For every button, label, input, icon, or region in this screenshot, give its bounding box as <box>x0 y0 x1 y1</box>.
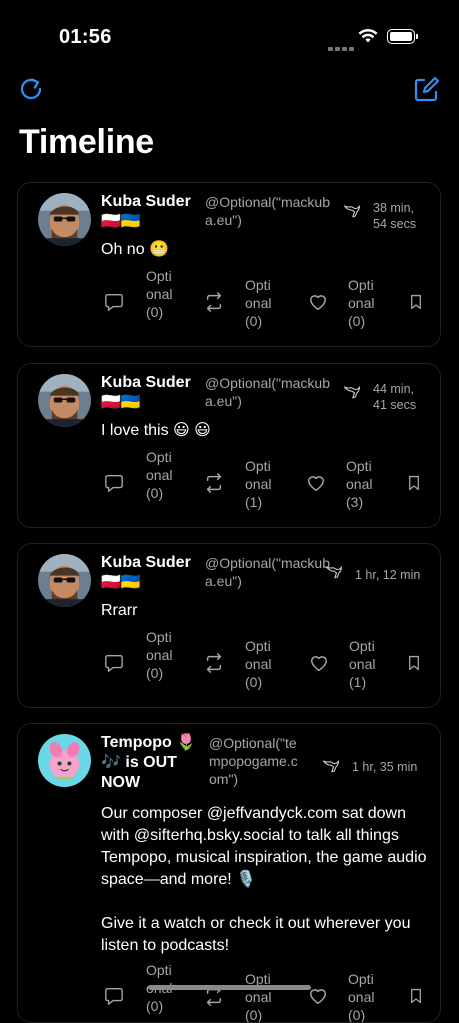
post-time: 1 hr, 12 min <box>355 568 421 582</box>
post-card[interactable]: Tempopo 🌷🎶 is OUT NOW @Optional("tempopo… <box>17 723 441 1023</box>
reply-icon[interactable] <box>104 653 124 673</box>
like-icon[interactable] <box>308 986 328 1006</box>
bookmark-icon[interactable] <box>410 294 422 310</box>
post-card[interactable]: Kuba Suder 🇵🇱🇺🇦 @Optional("mackuba.eu") … <box>17 543 441 708</box>
like-count: Optional(0) <box>348 277 375 329</box>
avatar[interactable] <box>38 554 91 607</box>
compose-icon <box>414 76 440 102</box>
refresh-button[interactable] <box>18 76 48 106</box>
repost-count: Optional(1) <box>245 458 272 510</box>
bird-icon <box>342 201 362 221</box>
bird-icon <box>342 382 362 402</box>
compose-button[interactable] <box>412 76 442 106</box>
repost-count: Optional(0) <box>245 971 272 1023</box>
post-author[interactable]: Tempopo 🌷🎶 is OUT NOW <box>101 733 201 793</box>
like-count: Optional(0) <box>348 971 375 1023</box>
post-text: Our composer @jeffvandyck.com sat down w… <box>101 805 427 954</box>
reply-count: Optional(0) <box>146 449 173 501</box>
repost-icon[interactable] <box>203 292 225 312</box>
post-author[interactable]: Kuba Suder 🇵🇱🇺🇦 <box>101 373 201 413</box>
post-text: I love this 😃 😃 <box>101 422 211 439</box>
post-handle[interactable]: @Optional("mackuba.eu") <box>205 374 337 410</box>
repost-count: Optional(0) <box>245 638 272 690</box>
wifi-icon <box>358 28 378 49</box>
refresh-icon <box>20 78 42 100</box>
reply-count: Optional(0) <box>146 268 173 320</box>
home-indicator[interactable] <box>148 985 311 990</box>
bird-icon <box>321 756 341 776</box>
post-card[interactable]: Kuba Suder 🇵🇱🇺🇦 @Optional("mackuba.eu") … <box>17 182 441 347</box>
cellular-signal-icon <box>328 38 356 56</box>
reply-count: Optional(0) <box>146 629 173 681</box>
like-count: Optional(1) <box>349 638 376 690</box>
reply-icon[interactable] <box>104 986 124 1006</box>
bird-icon <box>324 562 344 582</box>
status-bar: 01:56 <box>0 0 459 60</box>
avatar[interactable] <box>38 374 91 427</box>
post-card[interactable]: Kuba Suder 🇵🇱🇺🇦 @Optional("mackuba.eu") … <box>17 363 441 528</box>
post-author[interactable]: Kuba Suder 🇵🇱🇺🇦 <box>101 192 201 232</box>
avatar[interactable] <box>38 734 91 787</box>
repost-icon[interactable] <box>203 653 225 673</box>
page-title: Timeline <box>19 123 154 161</box>
post-time: 38 min, 54 secs <box>373 201 417 231</box>
post-author[interactable]: Kuba Suder 🇵🇱🇺🇦 <box>101 553 201 593</box>
reply-icon[interactable] <box>104 473 124 493</box>
post-handle[interactable]: @Optional("mackuba.eu") <box>205 554 337 590</box>
status-time: 01:56 <box>59 26 112 48</box>
post-handle[interactable]: @Optional("mackuba.eu") <box>205 193 337 229</box>
like-count: Optional(3) <box>346 458 373 510</box>
reply-icon[interactable] <box>104 292 124 312</box>
bookmark-icon[interactable] <box>408 655 420 671</box>
post-time: 44 min, 41 secs <box>373 382 417 412</box>
avatar[interactable] <box>38 193 91 246</box>
bookmark-icon[interactable] <box>410 988 422 1004</box>
bookmark-icon[interactable] <box>408 475 420 491</box>
repost-icon[interactable] <box>203 473 225 493</box>
like-icon[interactable] <box>308 292 328 312</box>
battery-icon <box>387 29 418 44</box>
post-handle[interactable]: @Optional("tempopogame.com") <box>209 734 304 788</box>
repost-count: Optional(0) <box>245 277 272 329</box>
post-text: Oh no 😬 <box>101 241 169 258</box>
like-icon[interactable] <box>309 653 329 673</box>
post-text: Rrarr <box>101 602 138 619</box>
like-icon[interactable] <box>306 473 326 493</box>
post-time: 1 hr, 35 min <box>352 760 418 774</box>
